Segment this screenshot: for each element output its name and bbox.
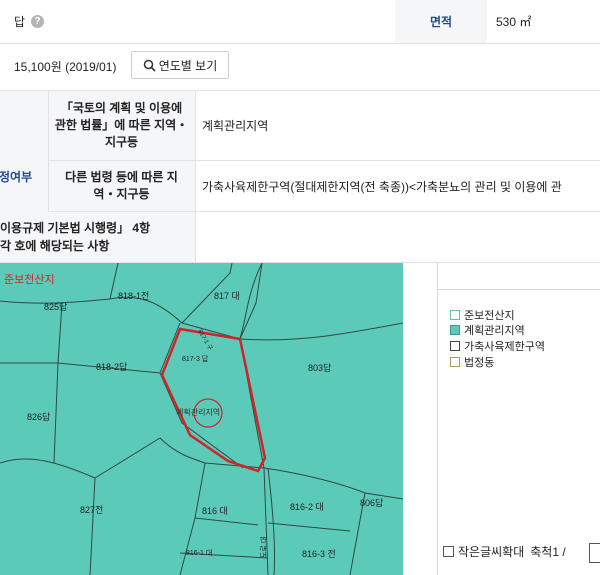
legend-swatch xyxy=(450,341,460,351)
cadastral-map[interactable]: 준보전산지 825답 818-1전 817 대 803답 818-2답 817-… xyxy=(0,263,403,575)
parcel-label: 816-2 대 xyxy=(290,502,324,512)
land-category-row: 답 ? 면적 530 ㎡ xyxy=(0,0,600,44)
parcel-label: 817 대 xyxy=(214,291,240,301)
legend-swatch xyxy=(450,325,460,335)
legend-item: 가축사육제한구역 xyxy=(450,338,545,354)
parcel-label: 816 대 xyxy=(202,506,228,516)
legend-label: 준보전산지 xyxy=(464,310,515,322)
parcel-label: 827전 xyxy=(80,505,103,515)
divider xyxy=(48,91,49,212)
map-tools: 작은글씨확대 축척1 / xyxy=(443,543,566,560)
legend-header xyxy=(438,263,600,290)
parcel-label: 826답 xyxy=(27,411,50,422)
parcel-label: 818-1전 xyxy=(118,291,149,301)
small-text-checkbox[interactable] xyxy=(443,546,454,557)
land-category: 답 ? xyxy=(14,0,45,43)
map-canvas[interactable]: 준보전산지 825답 818-1전 817 대 803답 818-2답 817-… xyxy=(0,263,403,575)
legend-label: 가축사육제한구역 xyxy=(464,341,545,353)
legend-item: 계획관리지역 xyxy=(450,322,525,338)
regulation-label-cell: 이용규제 기본법 시행령」 4항 각 호에 해당되는 사항 xyxy=(0,212,195,263)
legend-label: 법정동 xyxy=(464,357,495,369)
area-value: 530 ㎡ xyxy=(496,15,532,29)
parcel-label: 806답 xyxy=(360,497,383,508)
national-law-value: 계획관리지역 xyxy=(195,91,600,161)
parcel-label: 825답 xyxy=(44,301,67,312)
small-text-label: 작은글씨확대 xyxy=(458,545,525,559)
parcel-label: 계획관리지역 xyxy=(176,407,220,417)
map-corner-label: 준보전산지 xyxy=(4,273,55,286)
yearly-view-button[interactable]: 연도별 보기 xyxy=(131,51,229,79)
zoning-section-label: 정여부 xyxy=(0,170,33,184)
search-icon xyxy=(143,59,156,72)
area-label: 면적 xyxy=(429,15,453,29)
parcel-label: 816-3 전 xyxy=(302,549,336,559)
legend-label: 계획관리지역 xyxy=(464,325,525,337)
parcel-label: 818-2답 xyxy=(96,361,127,372)
area-label-cell: 면적 xyxy=(395,0,487,43)
legend-item: 준보전산지 xyxy=(450,307,515,323)
parcel-label: 817-3 답 xyxy=(182,354,209,363)
other-law-label: 다른 법령 등에 따른 지역・지구등 xyxy=(65,170,178,201)
other-law-label-cell: 다른 법령 등에 따른 지역・지구등 xyxy=(48,161,195,212)
price-row: 15,100원 (2019/01) xyxy=(0,43,600,91)
yearly-view-label: 연도별 보기 xyxy=(158,58,218,73)
regulation-label: 이용규제 기본법 시행령」 4항 각 호에 해당되는 사항 xyxy=(0,221,151,253)
regulation-value xyxy=(195,212,600,263)
land-price: 15,100원 (2019/01) xyxy=(14,60,117,74)
national-law-label-cell: 「국토의 계획 및 이용에 관한 법률」에 따른 지역・지구등 xyxy=(48,91,195,161)
scale-input[interactable] xyxy=(589,543,600,563)
legend-swatch xyxy=(450,310,460,320)
help-icon[interactable]: ? xyxy=(31,15,45,28)
parcel-label: 816-1 대 xyxy=(186,549,212,557)
other-law-value: 가축사육제한구역(절대제한지역(전 축종))<가축분뇨의 관리 및 이용에 관 xyxy=(195,161,600,212)
legend-panel: 준보전산지 계획관리지역 가축사육제한구역 법정동 xyxy=(437,263,600,575)
scale-label: 축척1 / xyxy=(530,545,566,559)
parcel-label: 도로 대 xyxy=(260,537,268,558)
divider xyxy=(195,91,196,263)
parcel-label: 803답 xyxy=(308,362,331,373)
national-law-label: 「국토의 계획 및 이용에 관한 법률」에 따른 지역・지구등 xyxy=(54,101,189,149)
legend-swatch xyxy=(450,357,460,367)
legend-item: 법정동 xyxy=(450,354,494,370)
land-category-value: 답 xyxy=(14,15,26,29)
